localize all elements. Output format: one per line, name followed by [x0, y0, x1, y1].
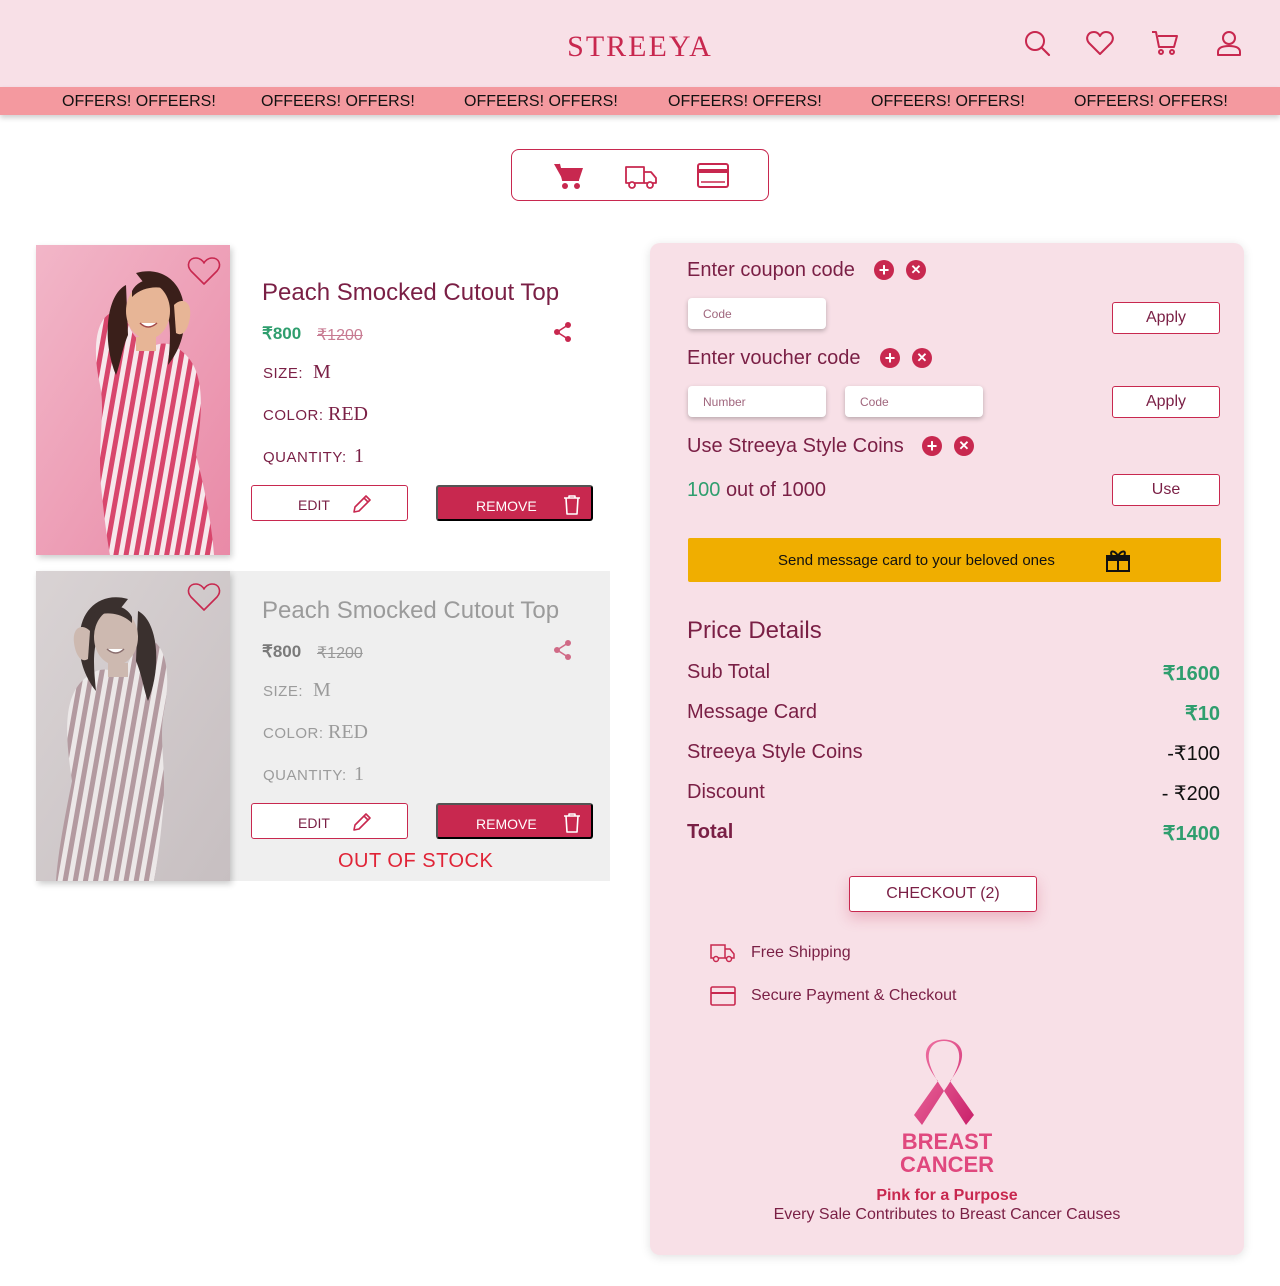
pencil-icon: [353, 495, 371, 513]
coins-label: Use Streeya Style Coins: [687, 435, 904, 457]
size-label: SIZE:: [263, 683, 304, 700]
out-of-stock-label: OUT OF STOCK: [338, 850, 494, 872]
quantity-value[interactable]: 1: [354, 763, 364, 786]
message-card-banner[interactable]: Send message card to your beloved ones: [688, 538, 1221, 582]
share-icon[interactable]: [552, 321, 574, 343]
color-value: RED: [328, 403, 368, 425]
subtotal-value: ₹1600: [1162, 663, 1220, 685]
offer-text: OFFEERS! OFFERS!: [871, 93, 1025, 110]
site-header: STREEYA: [0, 0, 1280, 87]
add-coins-icon[interactable]: +: [922, 436, 942, 456]
coins-total: out of 1000: [725, 479, 827, 501]
apply-coupon-button[interactable]: Apply: [1112, 302, 1220, 334]
cart-step-icon[interactable]: [552, 160, 586, 192]
checkout-steps: [511, 149, 769, 201]
product-title[interactable]: Peach Smocked Cutout Top: [262, 279, 559, 307]
cart-icon[interactable]: [1150, 28, 1180, 58]
size-value: M: [313, 679, 331, 701]
offers-marquee[interactable]: OFFERS! OFFEERS! OFFEERS! OFFERS! OFFEER…: [0, 87, 1280, 115]
product-old-price: ₹1200: [317, 645, 363, 662]
payment-step-icon[interactable]: [696, 160, 730, 192]
wishlist-heart-icon[interactable]: [186, 581, 222, 613]
coins-row-label: Streeya Style Coins: [687, 741, 863, 763]
truck-icon: [710, 944, 735, 963]
pencil-icon: [353, 813, 371, 831]
cart-item-out-of-stock: Peach Smocked Cutout Top ₹800 ₹1200 SIZE…: [36, 571, 610, 881]
truck-step-icon[interactable]: [624, 160, 658, 192]
edit-label: EDIT: [298, 497, 330, 513]
product-image[interactable]: [36, 571, 230, 881]
color-label: COLOR:: [263, 725, 324, 742]
search-icon[interactable]: [1022, 28, 1052, 58]
offer-text: OFFERS! OFFEERS!: [62, 93, 216, 110]
card-icon: [710, 986, 736, 1006]
gift-icon: [1106, 550, 1130, 572]
voucher-code-input[interactable]: [845, 386, 983, 417]
voucher-label: Enter voucher code: [687, 347, 861, 369]
remove-button[interactable]: REMOVE: [436, 485, 593, 521]
coins-row-value: -₹100: [1167, 743, 1220, 765]
coupon-code-input[interactable]: [688, 298, 826, 329]
quantity-value[interactable]: 1: [354, 445, 364, 468]
logo-line-2: CANCER: [899, 1152, 995, 1177]
clear-coins-icon[interactable]: ✕: [954, 436, 974, 456]
use-coins-button[interactable]: Use: [1112, 474, 1220, 506]
discount-label: Discount: [687, 781, 765, 803]
product-price: ₹800: [262, 324, 302, 343]
clear-coupon-icon[interactable]: ✕: [906, 260, 926, 280]
order-summary-panel: Enter coupon code + ✕ Apply Enter vouche…: [650, 243, 1244, 1255]
checkout-button[interactable]: CHECKOUT (2): [849, 876, 1037, 912]
total-label: Total: [687, 821, 734, 843]
offer-text: OFFEERS! OFFERS!: [1074, 93, 1228, 110]
edit-label: EDIT: [298, 815, 330, 831]
cart-item: Peach Smocked Cutout Top ₹800 ₹1200 SIZE…: [36, 245, 610, 555]
size-label: SIZE:: [263, 365, 304, 382]
coupon-label: Enter coupon code: [687, 259, 855, 281]
offer-text: OFFEERS! OFFERS!: [464, 93, 618, 110]
share-icon[interactable]: [552, 639, 574, 661]
product-image[interactable]: [36, 245, 230, 555]
breast-cancer-logo-text: BREAST CANCER: [650, 1130, 1244, 1176]
trash-icon: [564, 813, 580, 833]
edit-button[interactable]: EDIT: [251, 485, 408, 521]
cause-tagline: Pink for a Purpose: [876, 1187, 1018, 1204]
coins-balance: 100 out of 1000: [687, 479, 826, 502]
total-value: ₹1400: [1162, 823, 1220, 845]
pink-ribbon-icon: [914, 1039, 974, 1125]
color-value: RED: [328, 721, 368, 743]
heart-icon[interactable]: [1085, 28, 1115, 58]
remove-button[interactable]: REMOVE: [436, 803, 593, 839]
size-value: M: [313, 361, 331, 383]
product-title[interactable]: Peach Smocked Cutout Top: [262, 597, 559, 625]
color-label: COLOR:: [263, 407, 324, 424]
discount-value: - ₹200: [1161, 783, 1220, 805]
wishlist-heart-icon[interactable]: [186, 255, 222, 287]
remove-label: REMOVE: [476, 816, 537, 832]
user-icon[interactable]: [1214, 28, 1244, 58]
coins-used: 100: [687, 479, 721, 501]
secure-payment-text: Secure Payment & Checkout: [751, 987, 957, 1004]
message-card-value: ₹10: [1185, 703, 1220, 725]
offer-text: OFFEERS! OFFERS!: [261, 93, 415, 110]
cause-description: Every Sale Contributes to Breast Cancer …: [773, 1206, 1121, 1223]
add-voucher-icon[interactable]: +: [880, 348, 900, 368]
free-shipping-text: Free Shipping: [751, 944, 851, 961]
message-card-label: Message Card: [687, 701, 818, 723]
quantity-label: QUANTITY:: [263, 767, 347, 784]
edit-button[interactable]: EDIT: [251, 803, 408, 839]
remove-label: REMOVE: [476, 498, 537, 514]
apply-voucher-button[interactable]: Apply: [1112, 386, 1220, 418]
price-details-title: Price Details: [687, 617, 822, 644]
trash-icon: [564, 495, 580, 515]
product-price: ₹800: [262, 642, 302, 661]
logo-line-1: BREAST: [901, 1129, 993, 1154]
message-card-text: Send message card to your beloved ones: [778, 552, 1055, 569]
offer-text: OFFEERS! OFFERS!: [668, 93, 822, 110]
voucher-number-input[interactable]: [688, 386, 826, 417]
add-coupon-icon[interactable]: +: [874, 260, 894, 280]
subtotal-label: Sub Total: [687, 661, 771, 683]
quantity-label: QUANTITY:: [263, 449, 347, 466]
clear-voucher-icon[interactable]: ✕: [912, 348, 932, 368]
product-old-price: ₹1200: [317, 327, 363, 344]
